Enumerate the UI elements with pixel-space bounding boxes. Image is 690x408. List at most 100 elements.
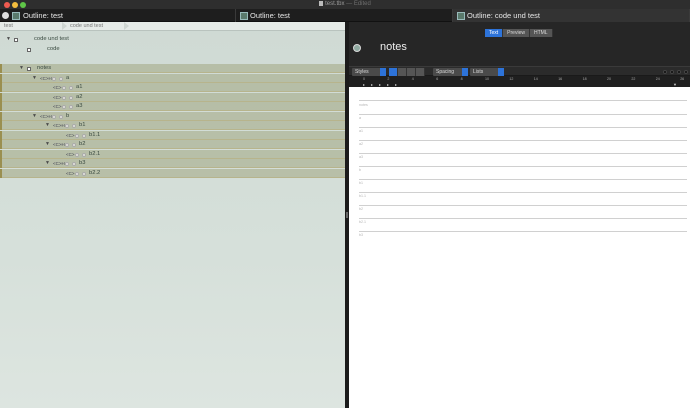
outline-row[interactable]: ▼ <C>H a xyxy=(0,74,345,83)
editor-line-rule xyxy=(359,192,687,193)
close-tab-icon[interactable] xyxy=(2,12,9,19)
text-editor[interactable]: notes a a1 a2 a3 b b1 b1.1 b2 b2.1 b3 xyxy=(349,87,690,408)
selection-marker xyxy=(0,150,2,159)
container-badge-icon: <C>H xyxy=(53,142,65,147)
ruler-tick-label: 20 xyxy=(607,77,611,81)
disclosure-open-icon[interactable]: ▼ xyxy=(45,159,50,168)
text-ruler[interactable]: 0 2 4 6 8 10 12 14 16 18 20 22 24 26 ▸ ▸ ▸ ▸ ▸ ▼ xyxy=(349,76,690,87)
tab-outline-code-und-test[interactable]: Outline: code und test xyxy=(453,9,690,22)
selection-marker xyxy=(0,121,2,130)
align-left-button[interactable] xyxy=(389,68,398,76)
align-justify-button[interactable] xyxy=(416,68,425,76)
selection-marker xyxy=(0,64,2,73)
splitter-grip-icon[interactable] xyxy=(346,212,348,218)
ruler-tick-label: 8 xyxy=(460,77,463,81)
outline-row[interactable]: ▼ <C>H b3 xyxy=(0,159,345,168)
outline-row[interactable]: ▼ <C>H b xyxy=(0,112,345,121)
tab-outline-test-1[interactable]: Outline: test xyxy=(0,9,236,22)
note-type-icon xyxy=(59,76,63,81)
color-well[interactable] xyxy=(663,70,667,74)
tab-outline-test-2[interactable]: Outline: test xyxy=(236,9,453,22)
outline-icon xyxy=(12,12,20,20)
container-badge-icon: <C>H xyxy=(53,161,65,166)
outline-row[interactable]: <C> a3 xyxy=(0,102,345,111)
outline-item-label: b2.2 xyxy=(89,170,101,176)
outline-item-label: b2.1 xyxy=(89,151,101,157)
selection-marker xyxy=(0,140,2,149)
outline-row[interactable]: code xyxy=(0,45,345,54)
spacing-dropdown[interactable]: Spacing xyxy=(433,68,468,76)
breadcrumb-item-test[interactable]: test xyxy=(4,22,13,31)
note-title[interactable]: notes xyxy=(380,41,407,53)
note-status-icon xyxy=(62,104,66,109)
ruler-tick-label: 0 xyxy=(363,77,365,81)
note-type-icon xyxy=(69,95,73,100)
color-well[interactable] xyxy=(670,70,674,74)
outline-item-label: a2 xyxy=(76,94,83,100)
outline-row[interactable]: <C> a2 xyxy=(0,93,345,102)
outline-row[interactable]: ▼ <C>H b2 xyxy=(0,140,345,149)
outline-row[interactable]: <C> b2.2 xyxy=(0,169,345,178)
editor-text-line: notes xyxy=(359,103,368,107)
outline-item-label: b1 xyxy=(79,122,86,128)
mode-tab-preview[interactable]: Preview xyxy=(503,29,530,37)
disclosure-open-icon[interactable]: ▼ xyxy=(32,74,37,83)
note-type-icon xyxy=(82,133,86,138)
mode-switcher: Text Preview HTML xyxy=(485,29,553,37)
container-badge-icon: <C> xyxy=(53,104,62,109)
editor-line-rule xyxy=(359,166,687,167)
outline-row[interactable]: <C> b1.1 xyxy=(0,131,345,140)
ruler-tick-label: 18 xyxy=(582,77,587,81)
container-badge-icon: <C> xyxy=(53,95,62,100)
editor-text-line: b1 xyxy=(359,181,363,185)
breadcrumb-item-code-und-test[interactable]: code und test xyxy=(66,22,103,31)
tab-bar: Outline: test Outline: test Outline: cod… xyxy=(0,9,690,22)
note-icon xyxy=(14,37,18,42)
editor-line-rule xyxy=(359,205,687,206)
selection-marker xyxy=(0,131,2,140)
container-badge-icon: <C> xyxy=(53,85,62,90)
align-center-button[interactable] xyxy=(398,68,407,76)
editor-text-line: a2 xyxy=(359,142,363,146)
ruler-tick-label: 26 xyxy=(680,77,685,81)
outline-item-label: code xyxy=(47,46,60,52)
container-badge-icon: <C> xyxy=(66,133,75,138)
outline-row[interactable]: ▼ <C>H b1 xyxy=(0,121,345,130)
outline-item-label: b2 xyxy=(79,141,86,147)
note-status-icon xyxy=(65,142,69,147)
note-icon xyxy=(27,47,31,52)
disclosure-open-icon[interactable]: ▼ xyxy=(6,35,11,44)
disclosure-open-icon[interactable]: ▼ xyxy=(32,112,37,121)
color-well[interactable] xyxy=(677,70,681,74)
disclosure-open-icon[interactable]: ▼ xyxy=(19,64,24,73)
editor-pane: Text Preview HTML notes Styles Spacing L… xyxy=(349,22,690,408)
window-edited-status: — Edited xyxy=(346,1,371,7)
outline-item-label: a xyxy=(66,75,70,81)
ruler-tick-label: 14 xyxy=(533,77,538,81)
mode-tab-html[interactable]: HTML xyxy=(529,29,553,37)
note-type-icon xyxy=(72,161,76,166)
editor-text-line: a3 xyxy=(359,155,363,159)
note-type-icon xyxy=(72,142,76,147)
align-right-button[interactable] xyxy=(407,68,416,76)
window-titlebar: test.tbx — Edited xyxy=(0,0,690,9)
disclosure-open-icon[interactable]: ▼ xyxy=(45,121,50,130)
outline-row[interactable]: <C> a1 xyxy=(0,83,345,92)
note-icon xyxy=(27,66,31,71)
outline-row[interactable]: ▼ code und test xyxy=(0,35,345,44)
lists-dropdown[interactable]: Lists xyxy=(470,68,504,76)
color-well[interactable] xyxy=(684,70,688,74)
outline-row[interactable]: <C> b2.1 xyxy=(0,150,345,159)
ruler-tick-label: 16 xyxy=(558,77,563,81)
editor-text-line: a xyxy=(359,116,361,120)
styles-dropdown[interactable]: Styles xyxy=(352,68,386,76)
format-toolbar: Styles Spacing Lists xyxy=(349,66,690,76)
note-type-icon xyxy=(69,104,73,109)
mode-tab-text[interactable]: Text xyxy=(485,29,504,37)
disclosure-open-icon[interactable]: ▼ xyxy=(45,140,50,149)
outline-item-label: b3 xyxy=(79,160,86,166)
note-badge-icon[interactable] xyxy=(353,44,361,52)
outline-row[interactable]: ▼ notes xyxy=(0,64,345,73)
ruler-tick-label: 2 xyxy=(387,77,390,81)
editor-line-rule xyxy=(359,100,687,101)
